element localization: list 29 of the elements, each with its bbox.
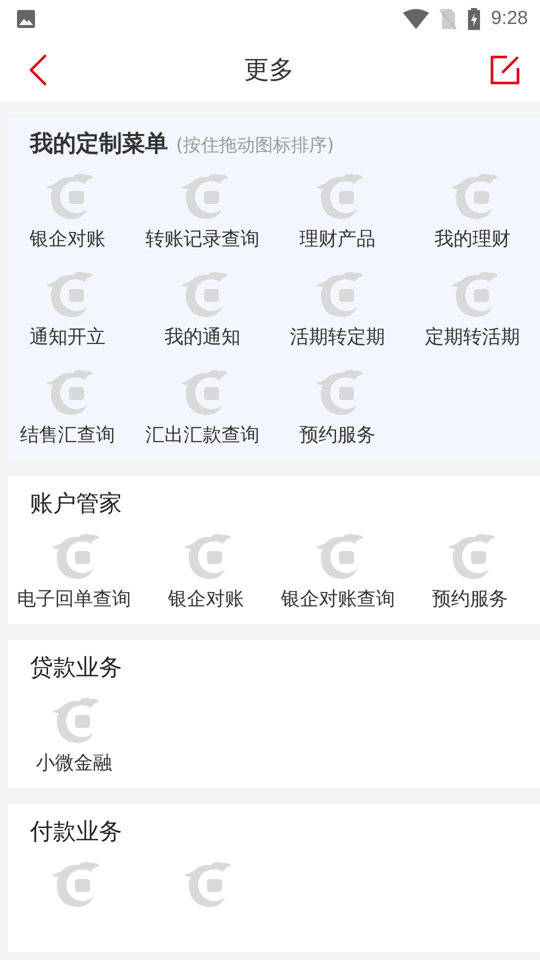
no-sim-icon (439, 8, 458, 30)
menu-item-label[interactable]: 银企对账 (30, 226, 106, 252)
back-button[interactable] (28, 54, 48, 86)
menu-item-label[interactable]: 我的理财 (434, 226, 510, 252)
menu-item-label[interactable]: 银企对账查询 (281, 586, 395, 612)
menu-item-label[interactable]: 通知开立 (30, 324, 106, 350)
menu-item-label[interactable]: 我的通知 (164, 324, 240, 350)
status-time: 9:28 (491, 8, 528, 30)
menu-item-label[interactable]: 电子回单查询 (17, 586, 131, 612)
image-icon (16, 8, 36, 28)
section-title: 账户管家 (30, 490, 122, 519)
menu-item-label[interactable]: 活期转定期 (290, 324, 385, 350)
menu-item-label[interactable]: 定期转活期 (425, 324, 520, 350)
menu-item-label[interactable]: 银企对账 (168, 586, 244, 612)
menu-item-label[interactable]: 转账记录查询 (146, 226, 260, 252)
edit-button[interactable] (490, 54, 520, 84)
menu-item-label[interactable]: 预约服务 (300, 422, 376, 448)
section-title: 付款业务 (30, 818, 122, 847)
menu-item-label[interactable]: 汇出汇款查询 (146, 422, 260, 448)
section-hint: (按住拖动图标排序) (176, 134, 334, 157)
battery-icon (467, 8, 482, 30)
menu-item-label[interactable]: 预约服务 (432, 586, 508, 612)
menu-item-label[interactable]: 结售汇查询 (20, 422, 115, 448)
menu-item-label[interactable]: 小微金融 (36, 750, 112, 776)
wifi-icon (403, 8, 430, 28)
page-title: 更多 (244, 54, 294, 86)
menu-item-label[interactable]: 理财产品 (300, 226, 376, 252)
section-title: 贷款业务 (30, 654, 122, 683)
section-title: 我的定制菜单 (30, 130, 168, 159)
